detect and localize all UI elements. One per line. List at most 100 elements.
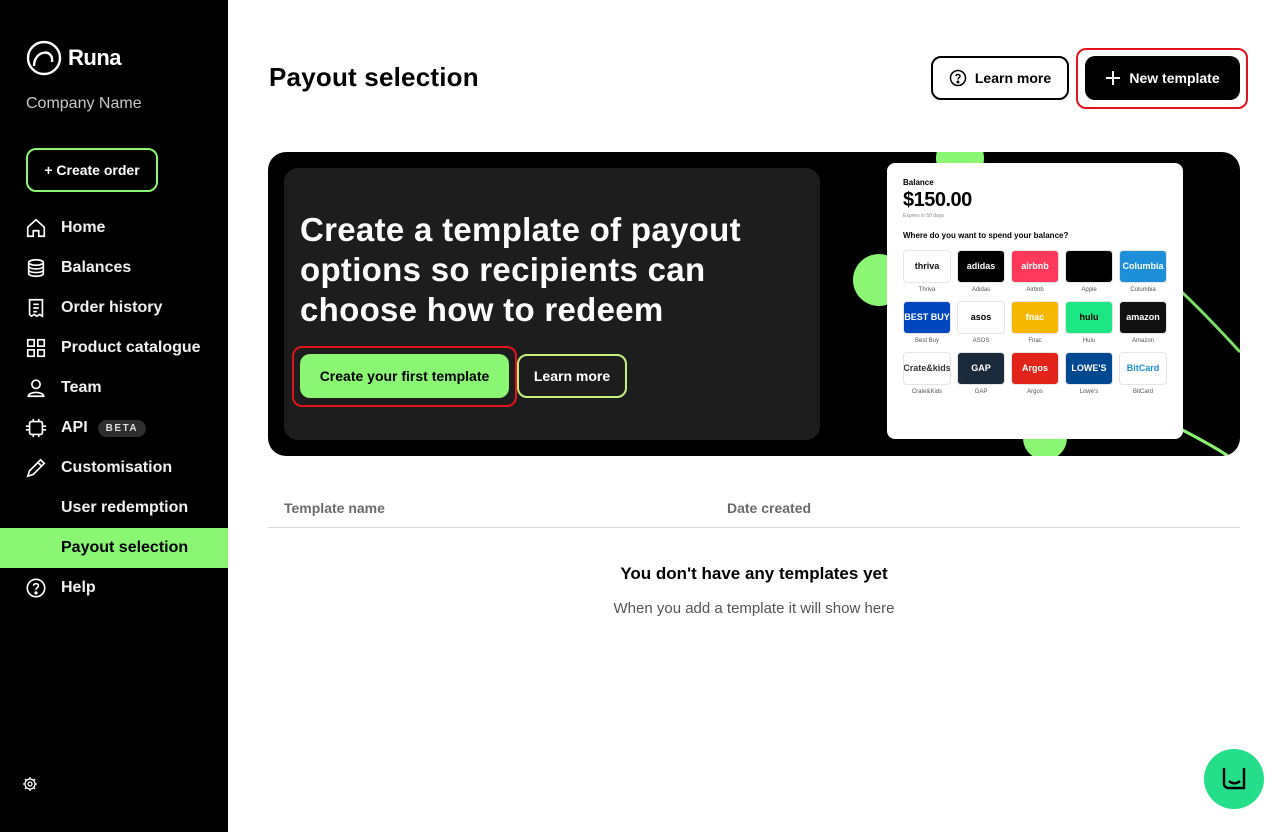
brand-name: BitCard — [1132, 389, 1153, 395]
brand-logo: Argos — [1011, 352, 1059, 385]
sidebar-item-balances[interactable]: Balances — [0, 248, 228, 288]
sidebar-item-user-redemption[interactable]: User redemption — [0, 488, 228, 528]
grid-icon — [24, 336, 48, 360]
banner-learn-more-button[interactable]: Learn more — [517, 354, 627, 398]
brand-grid: thriva Thriva adidas Adidas airbnb Airbnb Appl… — [903, 250, 1167, 395]
sidebar-item-customisation[interactable]: Customisation — [0, 448, 228, 488]
banner-heading: Create a template of payout options so r… — [300, 211, 741, 328]
brand-tile[interactable]: thriva Thriva — [903, 250, 951, 293]
brand-name: Crate&Kids — [911, 389, 943, 395]
brand-logo: BEST BUY — [903, 301, 951, 334]
brand-tile[interactable]: Columbia Columbia — [1119, 250, 1167, 293]
brand-logo: BitCard — [1119, 352, 1167, 385]
brand-name: GAP — [974, 389, 988, 395]
brand-tile[interactable]: fnac Fnac — [1011, 301, 1059, 344]
plus-icon — [1106, 71, 1121, 85]
brand-logo: Columbia — [1119, 250, 1167, 283]
gear-icon[interactable] — [22, 776, 38, 792]
sidebar-item-help[interactable]: Help — [0, 568, 228, 608]
preview-balance-label: Balance — [903, 178, 934, 187]
brand-tile[interactable]: Argos Argos — [1011, 352, 1059, 395]
sidebar-item-label: Home — [61, 219, 106, 236]
brand-name: Adidas — [971, 287, 991, 293]
templates-table-header: Template name Date created — [268, 488, 1240, 528]
preview-balance-amount: $150.00 — [903, 189, 972, 211]
brand-logo: amazon — [1119, 301, 1167, 334]
brand-logo — [1065, 250, 1113, 283]
sidebar-item-label: Help — [61, 579, 96, 596]
user-icon — [24, 376, 48, 400]
brand-logo: asos — [957, 301, 1005, 334]
brand-name: Lowe's — [1079, 389, 1099, 395]
receipt-icon — [24, 296, 48, 320]
brand-tile[interactable]: GAP GAP — [957, 352, 1005, 395]
banner-content: Create a template of payout options so r… — [284, 168, 820, 440]
brand-logo: airbnb — [1011, 250, 1059, 283]
coins-icon — [24, 256, 48, 280]
brand-tile[interactable]: amazon Amazon — [1119, 301, 1167, 344]
preview-question: Where do you want to spend your balance? — [903, 231, 1069, 240]
sidebar-item-label: Customisation — [61, 459, 173, 476]
brand-tile[interactable]: Apple — [1065, 250, 1113, 293]
brand-tile[interactable]: adidas Adidas — [957, 250, 1005, 293]
brand-logo: LOWE'S — [1065, 352, 1113, 385]
brand-tile[interactable]: asos ASOS — [957, 301, 1005, 344]
brand-name: Amazon — [1131, 338, 1154, 344]
sidebar-item-order-history[interactable]: Order history — [0, 288, 228, 328]
help-icon — [24, 576, 48, 600]
brand-name: Fnac — [1028, 338, 1042, 344]
brand-tile[interactable]: BEST BUY Best Buy — [903, 301, 951, 344]
sidebar-item-team[interactable]: Team — [0, 368, 228, 408]
company-name: Company Name — [26, 95, 142, 112]
learn-more-label: Learn more — [974, 70, 1052, 86]
runa-logo[interactable]: Runa — [26, 40, 122, 76]
api-icon — [24, 416, 48, 440]
sidebar-item-label: API — [61, 419, 88, 436]
brand-tile[interactable]: BitCard BitCard — [1119, 352, 1167, 395]
brand-name: Best Buy — [914, 338, 939, 344]
chat-launcher-button[interactable] — [1204, 749, 1264, 809]
sidebar-item-product-catalogue[interactable]: Product catalogue — [0, 328, 228, 368]
empty-state-subtitle: When you add a template it will show her… — [613, 600, 895, 617]
brand-tile[interactable]: hulu Hulu — [1065, 301, 1113, 344]
home-icon — [24, 216, 48, 240]
brand-logo: thriva — [903, 250, 951, 283]
brand-name: Thriva — [918, 287, 936, 293]
brand-name: Hulu — [1082, 338, 1096, 344]
preview-expiry: Expires in 59 days — [903, 213, 944, 219]
sidebar-item-label: Balances — [61, 259, 132, 276]
help-icon — [949, 69, 967, 87]
sidebar-item-label: Payout selection — [61, 539, 189, 556]
sidebar-item-label: Team — [61, 379, 102, 396]
sidebar-item-api[interactable]: API BETA — [0, 408, 228, 448]
runa-logo-icon — [26, 40, 62, 76]
brand-logo: GAP — [957, 352, 1005, 385]
brand-name: Argos — [1027, 389, 1043, 395]
sidebar-nav: Home Balances Order history Product cata… — [0, 208, 228, 608]
brand-tile[interactable]: Crate&kids Crate&Kids — [903, 352, 951, 395]
empty-state-title: You don't have any templates yet — [620, 564, 888, 583]
payout-preview-card: Balance $150.00 Expires in 59 days Where… — [887, 163, 1183, 439]
sidebar-item-label: Product catalogue — [61, 339, 201, 356]
beta-badge: BETA — [97, 419, 147, 437]
column-template-name: Template name — [284, 500, 385, 516]
promo-banner: Create a template of payout options so r… — [268, 152, 1240, 456]
pencil-icon — [24, 456, 48, 480]
create-first-template-button[interactable]: Create your first template — [300, 354, 509, 398]
column-date-created: Date created — [727, 500, 812, 516]
brand-name: ASOS — [972, 338, 990, 344]
chat-icon — [1222, 768, 1246, 790]
brand-name: Columbia — [1130, 287, 1156, 293]
new-template-button[interactable]: New template — [1085, 56, 1240, 100]
new-template-label: New template — [1129, 70, 1220, 86]
brand-name: Airbnb — [1026, 287, 1044, 293]
brand-logo: adidas — [957, 250, 1005, 283]
sidebar-item-payout-selection[interactable]: Payout selection — [0, 528, 228, 568]
sidebar-item-home[interactable]: Home — [0, 208, 228, 248]
learn-more-button[interactable]: Learn more — [931, 56, 1069, 100]
brand-tile[interactable]: airbnb Airbnb — [1011, 250, 1059, 293]
brand-logo: fnac — [1011, 301, 1059, 334]
brand-name: Apple — [1081, 287, 1097, 293]
brand-tile[interactable]: LOWE'S Lowe's — [1065, 352, 1113, 395]
create-order-button[interactable]: + Create order — [26, 148, 158, 192]
